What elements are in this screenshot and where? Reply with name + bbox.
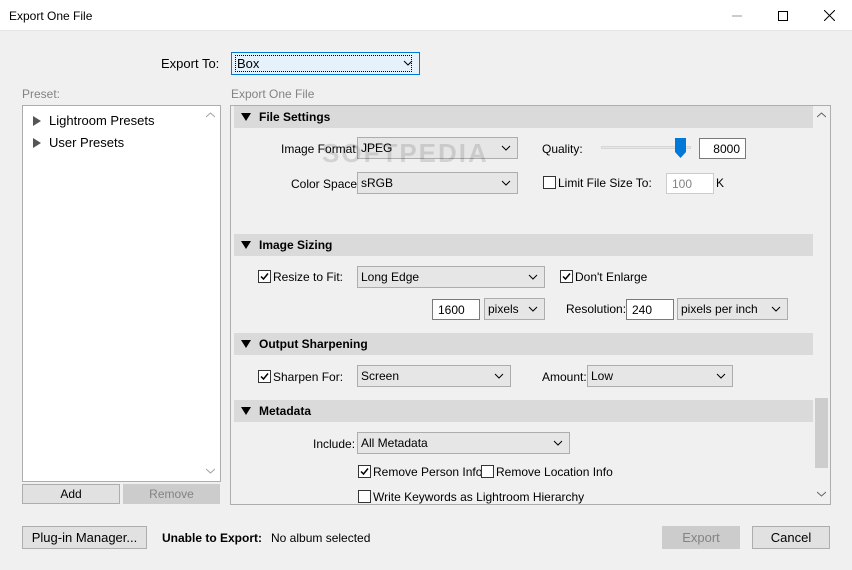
chevron-down-icon [771, 305, 781, 313]
resolution-label: Resolution: [566, 302, 627, 316]
tree-item-lightroom-presets[interactable]: Lightroom Presets [33, 113, 155, 128]
export-to-label: Export To: [161, 56, 220, 71]
close-button[interactable] [806, 0, 852, 31]
expand-triangle-icon [33, 115, 41, 126]
maximize-icon [778, 10, 788, 21]
quality-input[interactable]: 8000 [699, 138, 746, 159]
checkmark-icon [260, 273, 269, 281]
include-select[interactable]: All Metadata [357, 432, 570, 454]
limit-file-size-checkbox[interactable] [543, 176, 556, 189]
minimize-icon [732, 15, 742, 16]
chevron-down-icon [528, 305, 538, 313]
remove-location-info-label: Remove Location Info [496, 465, 613, 479]
sharpen-for-select[interactable]: Screen [357, 365, 511, 387]
remove-person-info-label: Remove Person Info [373, 465, 483, 479]
amount-label: Amount: [542, 370, 587, 384]
preset-label: Preset: [22, 87, 61, 101]
resize-to-fit-select[interactable]: Long Edge [357, 266, 545, 288]
settings-scrollbar[interactable] [813, 106, 830, 504]
preset-list: Lightroom Presets User Presets [22, 105, 221, 482]
sharpen-for-checkbox[interactable] [258, 370, 271, 383]
title-bar: Export One File [0, 0, 852, 31]
panel-title: Export One File [231, 87, 315, 101]
collapse-triangle-icon [241, 407, 251, 415]
collapse-triangle-icon [241, 340, 251, 348]
section-header-file-settings[interactable]: File Settings [234, 106, 813, 128]
dont-enlarge-checkbox[interactable] [560, 270, 573, 283]
watermark: SOFTPEDIA [322, 138, 489, 168]
cancel-button[interactable]: Cancel [752, 526, 830, 549]
chevron-down-icon [553, 439, 563, 447]
limit-file-size-label: Limit File Size To: [558, 176, 652, 190]
write-keywords-label: Write Keywords as Lightroom Hierarchy [373, 490, 585, 504]
color-space-label: Color Space: [291, 177, 361, 191]
dont-enlarge-label: Don't Enlarge [575, 270, 648, 284]
expand-triangle-icon [33, 137, 41, 148]
section-header-output-sharpening[interactable]: Output Sharpening [234, 333, 813, 355]
remove-person-info-checkbox[interactable] [358, 465, 371, 478]
resize-to-fit-checkbox[interactable] [258, 270, 271, 283]
scroll-down-icon [206, 468, 215, 474]
quality-label: Quality: [542, 142, 583, 156]
export-to-value: Box [235, 55, 413, 72]
close-icon [823, 10, 835, 21]
include-label: Include: [313, 437, 356, 451]
collapse-triangle-icon [241, 241, 251, 249]
chevron-down-icon [528, 273, 538, 281]
unable-to-export-reason: No album selected [271, 531, 371, 545]
limit-file-size-input[interactable]: 100 [666, 173, 714, 194]
remove-location-info-checkbox[interactable] [481, 465, 494, 478]
chevron-down-icon [494, 372, 504, 380]
scroll-down-icon [817, 491, 826, 497]
scroll-thumb[interactable] [815, 398, 828, 468]
chevron-down-icon [501, 144, 511, 152]
scroll-up-icon [817, 112, 826, 118]
sharpen-for-label: Sharpen For: [273, 370, 344, 384]
section-header-image-sizing[interactable]: Image Sizing [234, 234, 813, 256]
plugin-manager-button[interactable]: Plug-in Manager... [22, 526, 147, 549]
window-title: Export One File [9, 9, 93, 23]
unable-to-export-label: Unable to Export: [162, 531, 263, 545]
collapse-triangle-icon [241, 113, 251, 121]
export-button[interactable]: Export [662, 526, 740, 549]
maximize-button[interactable] [760, 0, 806, 31]
quality-slider-thumb[interactable] [675, 138, 686, 158]
export-to-select[interactable]: Box [231, 52, 420, 75]
checkmark-icon [562, 273, 571, 281]
add-preset-button[interactable]: Add [22, 484, 120, 504]
checkmark-icon [360, 468, 369, 476]
section-header-metadata[interactable]: Metadata [234, 400, 813, 422]
limit-unit-label: K [716, 176, 725, 190]
preset-scrollbar[interactable] [202, 106, 219, 481]
checkmark-icon [260, 373, 269, 381]
write-keywords-checkbox[interactable] [358, 490, 371, 503]
chevron-down-icon [501, 179, 511, 187]
remove-preset-button[interactable]: Remove [123, 484, 220, 504]
color-space-select[interactable]: sRGB [357, 172, 518, 194]
size-input[interactable]: 1600 [432, 299, 480, 320]
minimize-button[interactable] [714, 0, 760, 31]
amount-select[interactable]: Low [587, 365, 733, 387]
chevron-down-icon [403, 59, 413, 67]
resize-to-fit-label: Resize to Fit: [273, 270, 344, 284]
tree-item-user-presets[interactable]: User Presets [33, 135, 124, 150]
chevron-down-icon [716, 372, 726, 380]
resolution-unit-select[interactable]: pixels per inch [677, 298, 788, 320]
size-unit-select[interactable]: pixels [484, 298, 545, 320]
resolution-input[interactable]: 240 [626, 299, 674, 320]
scroll-up-icon [206, 112, 215, 118]
